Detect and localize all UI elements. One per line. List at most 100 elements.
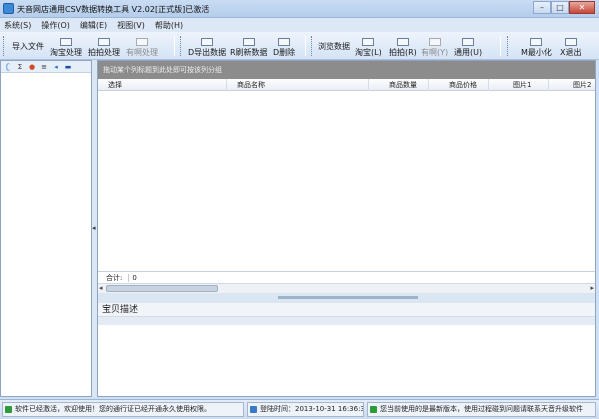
grid-header: 选择 商品名称 商品数量 商品价格 图片1 图片2	[98, 79, 595, 91]
youa-process-button[interactable]: 有啊处理	[126, 35, 158, 58]
taobao-view-label: 淘宝(L)	[355, 48, 382, 57]
paipai-view-button[interactable]: 拍拍(R)	[389, 35, 417, 58]
youa-view-label: 有啊(Y)	[421, 48, 449, 57]
import-file-button[interactable]: 导入文件	[12, 39, 44, 53]
login-time-text: 登陆时间：2013-10-31 16:36:32	[260, 405, 364, 413]
toolbar-grip[interactable]	[507, 36, 510, 56]
taobao-icon	[60, 38, 72, 46]
close-window-button[interactable]: ✕	[569, 1, 595, 14]
version-status: 您当前使用的是最新版本，使用过程碰到问题请联系天音升级软件	[367, 402, 596, 417]
horizontal-splitter[interactable]	[98, 293, 595, 303]
youa-view-icon	[428, 38, 441, 46]
minimize-app-button[interactable]: M最小化	[521, 35, 552, 58]
paipai-icon	[98, 38, 110, 46]
sum-icon[interactable]: Σ	[16, 63, 24, 71]
list-icon[interactable]: ≡	[40, 63, 48, 71]
youa-view-button[interactable]: 有啊(Y)	[421, 35, 448, 58]
column-quantity[interactable]: 商品数量	[368, 79, 428, 91]
column-image-2[interactable]: 图片2	[548, 79, 597, 91]
window-controls: – □ ✕	[533, 1, 595, 14]
splitter-handle[interactable]	[278, 296, 418, 299]
login-time-status: 登陆时间：2013-10-31 16:36:32	[247, 402, 364, 417]
activation-text: 软件已经激活，欢迎使用！您的通行证已经开通永久使用权限。	[15, 405, 211, 413]
sort-icon[interactable]: ʗ	[4, 63, 12, 71]
export-icon	[201, 38, 214, 46]
title-bar: 天音网店通用CSV数据转换工具 V2.02[正式版]已激活 – □ ✕	[0, 0, 599, 18]
collapse-icon[interactable]: ◂	[52, 63, 60, 71]
general-view-label: 通用(U)	[454, 48, 483, 57]
maximize-window-button[interactable]: □	[551, 1, 569, 14]
taobao-view-button[interactable]: 淘宝(L)	[355, 35, 382, 58]
toolbar-grip[interactable]	[3, 36, 6, 56]
status-ok-icon	[5, 406, 12, 413]
column-select[interactable]: 选择	[106, 79, 226, 91]
grid-body[interactable]	[98, 91, 595, 271]
export-data-label: D导出数据	[188, 48, 227, 57]
clock-icon	[250, 406, 257, 413]
scroll-left-icon[interactable]: ◂	[99, 284, 103, 293]
browse-data-button[interactable]: 浏览数据	[318, 39, 350, 53]
taobao-process-label: 淘宝处理	[50, 48, 82, 57]
refresh-data-label: R刷新数据	[230, 48, 268, 57]
menu-system[interactable]: 系统(S)	[4, 20, 31, 31]
window-title: 天音网店通用CSV数据转换工具 V2.02[正式版]已激活	[17, 5, 210, 14]
refresh-data-button[interactable]: R刷新数据	[230, 35, 268, 58]
sum-label: 合计:	[106, 273, 123, 282]
status-bar: 软件已经激活，欢迎使用！您的通行证已经开通永久使用权限。 登陆时间：2013-1…	[0, 399, 599, 419]
toolbar: 导入文件 淘宝处理 拍拍处理 有啊处理 D导出数据 R刷新数据 D删除 浏览数据…	[0, 32, 599, 60]
collapse-left-icon[interactable]: ◂	[92, 224, 96, 232]
summary-row: 合计: 0	[98, 271, 595, 283]
youa-process-label: 有啊处理	[126, 48, 158, 57]
delete-button[interactable]: D删除	[273, 35, 295, 58]
activation-status: 软件已经激活，欢迎使用！您的通行证已经开通永久使用权限。	[2, 402, 244, 417]
toolbar-separator	[305, 36, 306, 56]
version-note-text: 您当前使用的是最新版本，使用过程碰到问题请联系天音升级软件	[380, 405, 583, 413]
minimize-app-label: M最小化	[521, 48, 552, 57]
exit-icon	[564, 38, 577, 46]
minimize-icon	[530, 38, 543, 46]
paipai-process-label: 拍拍处理	[88, 48, 120, 57]
paipai-process-button[interactable]: 拍拍处理	[88, 35, 120, 58]
taobao-view-icon	[362, 38, 375, 46]
menu-help[interactable]: 帮助(H)	[155, 20, 183, 31]
delete-label: D删除	[273, 48, 296, 57]
panel-icon[interactable]: ▬	[64, 63, 72, 71]
description-title: 宝贝描述	[98, 303, 595, 317]
color-icon[interactable]: ●	[28, 63, 36, 71]
delete-icon	[278, 38, 291, 46]
exit-button[interactable]: X退出	[560, 35, 581, 58]
toolbar-separator	[174, 36, 175, 56]
toolbar-grip[interactable]	[311, 36, 314, 56]
menu-bar: 系统(S) 操作(O) 编辑(E) 视图(V) 帮助(H)	[0, 18, 599, 32]
left-panel: ʗ Σ ● ≡ ◂ ▬	[0, 60, 92, 397]
toolbar-grip[interactable]	[180, 36, 183, 56]
general-view-icon	[462, 38, 475, 46]
minimize-window-button[interactable]: –	[533, 1, 551, 14]
group-by-hint[interactable]: 拖动某个列标题到此处即可按该列分组	[98, 61, 595, 79]
column-product-name[interactable]: 商品名称	[226, 79, 368, 91]
left-panel-toolbar: ʗ Σ ● ≡ ◂ ▬	[1, 61, 91, 73]
toolbar-separator	[500, 36, 501, 56]
menu-operation[interactable]: 操作(O)	[41, 20, 70, 31]
main-panel: 拖动某个列标题到此处即可按该列分组 选择 商品名称 商品数量 商品价格 图片1 …	[97, 60, 596, 397]
exit-label: X退出	[560, 48, 582, 57]
menu-view[interactable]: 视图(V)	[117, 20, 145, 31]
scroll-thumb[interactable]	[106, 285, 218, 292]
column-price[interactable]: 商品价格	[428, 79, 488, 91]
taobao-process-button[interactable]: 淘宝处理	[50, 35, 82, 58]
export-data-button[interactable]: D导出数据	[188, 35, 226, 58]
menu-edit[interactable]: 编辑(E)	[80, 20, 107, 31]
scroll-right-icon[interactable]: ▸	[590, 284, 594, 293]
import-file-label: 导入文件	[12, 41, 44, 51]
app-icon	[3, 3, 14, 14]
paipai-view-label: 拍拍(R)	[389, 48, 417, 57]
description-toolbar	[98, 317, 595, 325]
browse-data-label: 浏览数据	[318, 41, 350, 51]
horizontal-scrollbar[interactable]: ◂ ▸	[98, 283, 595, 293]
general-view-button[interactable]: 通用(U)	[454, 35, 482, 58]
column-image-1[interactable]: 图片1	[488, 79, 548, 91]
paipai-view-icon	[396, 38, 409, 46]
sum-value: 0	[128, 273, 137, 282]
refresh-icon	[242, 38, 255, 46]
youa-icon	[136, 38, 148, 46]
